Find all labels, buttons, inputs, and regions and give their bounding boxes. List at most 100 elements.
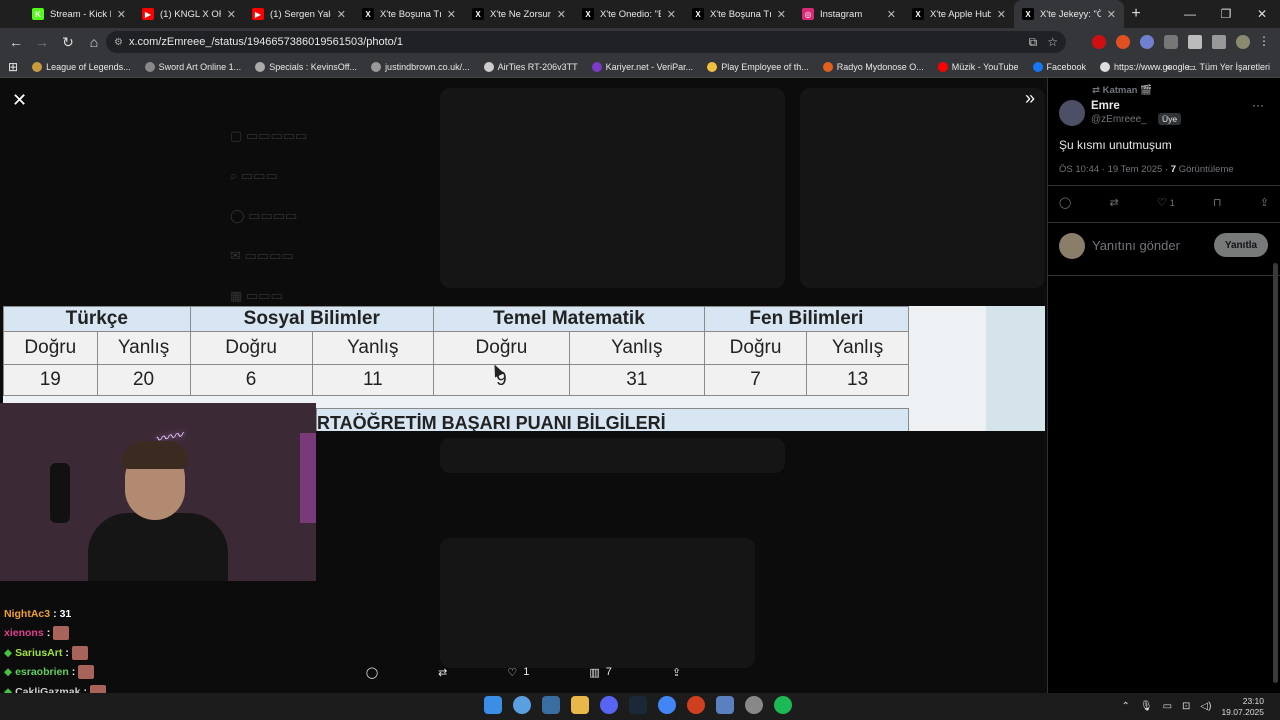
bookmark-item[interactable]: Müzik - YouTube — [937, 61, 1019, 72]
close-viewer-icon[interactable]: ✕ — [12, 90, 27, 111]
bookmark-item[interactable]: Facebook — [1032, 61, 1086, 72]
views-button[interactable]: ▥ 7 — [589, 666, 612, 679]
close-tab-icon[interactable]: ✕ — [777, 8, 786, 21]
mic-icon[interactable]: 🎙 — [1140, 701, 1153, 712]
scrollbar[interactable] — [1273, 263, 1278, 683]
close-tab-icon[interactable]: ✕ — [337, 8, 346, 21]
all-bookmarks-folder[interactable]: ▭ Tüm Yer İşaretleri — [1187, 62, 1270, 73]
extension-icon[interactable] — [1092, 35, 1106, 49]
answer-type-label: Doğru — [3, 331, 98, 365]
more-options-icon[interactable]: ··· — [1252, 98, 1264, 112]
start-icon[interactable] — [484, 696, 502, 714]
reload-icon[interactable]: ↻ — [58, 34, 78, 51]
close-tab-icon[interactable]: ✕ — [1107, 8, 1116, 21]
like-button[interactable]: ♡ 1 — [507, 666, 529, 679]
reply-submit-button[interactable]: Yanıtla — [1214, 233, 1268, 257]
steam-icon[interactable] — [629, 696, 647, 714]
author-handle[interactable]: @zEmreee_ — [1091, 114, 1147, 125]
browser-tab[interactable]: K Stream - Kick Da ✕ — [24, 0, 134, 28]
divider — [1048, 185, 1280, 186]
back-icon[interactable]: ← — [6, 34, 26, 50]
bookmark-item[interactable]: AirTies RT-206v3TT — [483, 61, 578, 72]
answer-type-label: Yanlış — [96, 331, 191, 365]
repost-button[interactable]: ⇄ — [438, 666, 447, 679]
expand-sidebar-icon[interactable]: » — [1025, 88, 1035, 109]
install-app-icon[interactable]: ⧉ — [1029, 35, 1038, 50]
profile-avatar[interactable] — [1236, 35, 1250, 49]
browser-tab[interactable]: X X'te Boşuna Tıklar ✕ — [684, 0, 794, 28]
display-icon[interactable]: ▭ — [1163, 701, 1172, 712]
repost-icon[interactable]: ⇄ — [1109, 196, 1118, 209]
minimize-icon[interactable]: — — [1172, 0, 1208, 28]
bookmarks-bar: ⊞ League of Legends... Sword Art Online 1… — [0, 56, 1280, 78]
chat-separator: : — [71, 666, 76, 679]
more-bookmarks-icon[interactable]: » — [1166, 62, 1171, 72]
bookmark-item[interactable]: Kariyer.net - VeriPar... — [591, 61, 693, 72]
close-tab-icon[interactable]: ✕ — [447, 8, 456, 21]
browser-tab[interactable]: X X'te Apple Hub: " ✕ — [904, 0, 1014, 28]
app-icon[interactable] — [687, 696, 705, 714]
bookmark-item[interactable]: League of Legends... — [32, 61, 131, 72]
tab-list: K Stream - Kick Da ✕ ▶ (1) KNGL X ORGA ✕ ▶ (1) … — [0, 0, 1124, 28]
forward-icon[interactable]: → — [32, 34, 52, 50]
answer-type-label: Yanlış — [311, 331, 434, 365]
restore-icon[interactable]: ❐ — [1208, 0, 1244, 28]
network-icon[interactable]: ⊡ — [1182, 701, 1190, 712]
extension-icon[interactable] — [1140, 35, 1154, 49]
close-tab-icon[interactable]: ✕ — [557, 8, 566, 21]
browser-tab[interactable]: ◎ Instagram ✕ — [794, 0, 904, 28]
bookmark-label: Müzik - YouTube — [951, 61, 1019, 72]
browser-tab[interactable]: X X'te Boşuna Tıklar ✕ — [354, 0, 464, 28]
tweet-timestamp[interactable]: ÖS 10:44 · 19 Tem 2025 · — [1059, 164, 1168, 175]
app-icon[interactable] — [745, 696, 763, 714]
browser-tab[interactable]: ▶ (1) KNGL X ORGA ✕ — [134, 0, 244, 28]
media-icon[interactable] — [1212, 35, 1226, 49]
new-tab-button[interactable]: + — [1124, 5, 1148, 23]
author-avatar[interactable] — [1059, 100, 1085, 126]
apps-grid-icon[interactable]: ⊞ — [8, 60, 18, 74]
share-icon[interactable]: ⇪ — [1260, 196, 1269, 209]
taskbar-apps — [484, 696, 792, 714]
reply-input[interactable]: Yanıtını gönder — [1092, 238, 1180, 253]
bookmark-item[interactable]: justindbrown.co.uk/... — [371, 61, 470, 72]
discord-icon[interactable] — [600, 696, 618, 714]
share-button[interactable]: ⇪ — [672, 666, 681, 679]
clock[interactable]: 23:10 19.07.2025 — [1221, 696, 1264, 718]
bookmark-item[interactable]: Specials : KevinsOff... — [255, 61, 357, 72]
close-tab-icon[interactable]: ✕ — [667, 8, 676, 21]
close-window-icon[interactable]: ✕ — [1244, 0, 1280, 28]
file-explorer-icon[interactable] — [571, 696, 589, 714]
close-tab-icon[interactable]: ✕ — [887, 8, 896, 21]
chrome-icon[interactable] — [658, 696, 676, 714]
browser-tab[interactable]: X X'te Ne Zorsun: " ✕ — [464, 0, 574, 28]
url-bar[interactable]: ⚙ x.com/zEmreee_/status/1946657386019561… — [106, 31, 1066, 53]
browser-tab[interactable]: X X'te Onedio: "Bir ✕ — [574, 0, 684, 28]
close-tab-icon[interactable]: ✕ — [117, 8, 126, 21]
browser-menu-icon[interactable]: ⋮ — [1258, 34, 1270, 48]
site-info-icon[interactable]: ⚙ — [114, 37, 123, 48]
browser-tab[interactable]: X X'te Jekeyy: "Önc ✕ — [1014, 0, 1124, 28]
store-icon[interactable] — [542, 696, 560, 714]
chat-message: xienons: — [4, 624, 106, 644]
like-button[interactable]: ♡ 1 — [1157, 196, 1175, 209]
close-tab-icon[interactable]: ✕ — [227, 8, 236, 21]
bookmark-star-icon[interactable]: ☆ — [1047, 35, 1058, 49]
photos-icon[interactable] — [716, 696, 734, 714]
close-tab-icon[interactable]: ✕ — [997, 8, 1006, 21]
bookmark-icon[interactable]: ⊓ — [1213, 196, 1222, 209]
copilot-icon[interactable] — [513, 696, 531, 714]
bookmark-item[interactable]: Play Employee of th... — [707, 61, 809, 72]
download-icon[interactable] — [1188, 35, 1202, 49]
author-name[interactable]: Emre — [1091, 100, 1120, 112]
extensions-puzzle-icon[interactable] — [1164, 35, 1178, 49]
home-icon[interactable]: ⌂ — [84, 34, 104, 50]
reply-icon[interactable]: ◯ — [1059, 196, 1071, 209]
extension-icon[interactable] — [1116, 35, 1130, 49]
reply-button[interactable]: ◯ — [366, 666, 378, 679]
tray-chevron-icon[interactable]: ⌃ — [1121, 701, 1129, 712]
volume-icon[interactable]: ◁) — [1200, 701, 1211, 712]
browser-tab[interactable]: ▶ (1) Sergen Yalçın ✕ — [244, 0, 354, 28]
bookmark-item[interactable]: Radyo Mydonose O... — [822, 61, 924, 72]
bookmark-item[interactable]: Sword Art Online 1... — [144, 61, 241, 72]
spotify-icon[interactable] — [774, 696, 792, 714]
